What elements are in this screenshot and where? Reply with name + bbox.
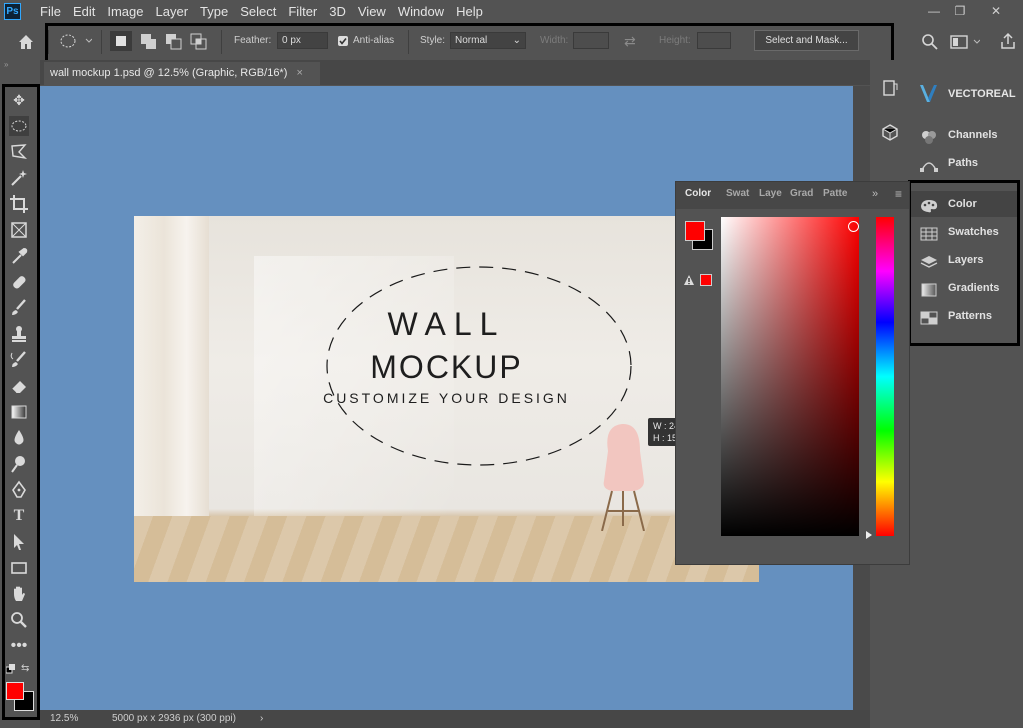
workspace-icon[interactable] [950, 34, 981, 50]
clone-stamp-tool-icon[interactable] [9, 324, 29, 344]
tab-color[interactable]: Color [685, 188, 711, 199]
panel-item-paths[interactable]: Paths [910, 150, 1018, 176]
collapse-toolbar-icon[interactable]: » [4, 60, 34, 70]
tab-swatches[interactable]: Swat [726, 188, 749, 199]
eraser-tool-icon[interactable] [9, 376, 29, 396]
close-window-button[interactable]: ✕ [984, 2, 1008, 20]
menu-edit[interactable]: Edit [67, 0, 101, 24]
menu-filter[interactable]: Filter [282, 0, 323, 24]
panel-item-channels[interactable]: Channels [910, 122, 1018, 148]
color-panel-tabs: Color Swat Laye Grad Patte » ≡ [676, 182, 909, 209]
expand-tabs-icon[interactable]: » [872, 188, 878, 200]
menu-file[interactable]: File [34, 0, 67, 24]
history-brush-tool-icon[interactable] [9, 350, 29, 370]
elliptical-marquee-tool-icon[interactable] [9, 116, 29, 136]
gradient-tool-icon[interactable] [9, 402, 29, 422]
menu-type[interactable]: Type [194, 0, 234, 24]
tab-patterns[interactable]: Patte [823, 188, 847, 199]
zoom-level[interactable]: 12.5% [50, 710, 78, 728]
width-readout-label: W : [653, 421, 667, 431]
zoom-tool-icon[interactable] [9, 610, 29, 630]
menu-image[interactable]: Image [101, 0, 149, 24]
more-tools-icon[interactable]: ••• [9, 636, 29, 656]
vectoreal-logo-icon [918, 82, 940, 104]
default-colors-icon[interactable] [5, 664, 16, 674]
minimize-button[interactable]: — [922, 2, 946, 20]
menu-layer[interactable]: Layer [150, 0, 195, 24]
swap-colors-icon[interactable]: ⇆ [21, 663, 33, 675]
hue-slider-handle[interactable] [866, 531, 872, 539]
channels-icon [920, 128, 938, 145]
menu-view[interactable]: View [352, 0, 392, 24]
menu-items: File Edit Image Layer Type Select Filter… [34, 0, 489, 24]
artwork-subtitle: CUSTOMIZE YOUR DESIGN [323, 390, 570, 406]
menu-help[interactable]: Help [450, 0, 489, 24]
panel-menu-icon[interactable]: ≡ [895, 187, 902, 201]
tab-gradients[interactable]: Grad [790, 188, 813, 199]
blur-tool-icon[interactable] [9, 428, 29, 448]
close-tab-icon[interactable]: × [296, 67, 302, 79]
status-bar: 12.5% 5000 px x 2936 px (300 ppi) › [40, 710, 870, 728]
3d-panel-icon[interactable] [880, 122, 900, 142]
panel-item-label: Channels [948, 129, 998, 141]
restore-button[interactable]: ❐ [948, 2, 972, 20]
healing-brush-tool-icon[interactable] [9, 272, 29, 292]
hue-slider[interactable] [876, 217, 894, 536]
floor-image [134, 516, 759, 582]
vectoreal-brand: VECTOREAL [948, 88, 1016, 100]
rectangle-tool-icon[interactable] [9, 558, 29, 578]
menu-select[interactable]: Select [234, 0, 282, 24]
move-tool-icon[interactable]: ✥ [9, 90, 29, 110]
foreground-color-swatch[interactable] [6, 682, 24, 700]
menu-bar: Ps File Edit Image Layer Type Select Fil… [0, 0, 1023, 24]
brush-tool-icon[interactable] [9, 298, 29, 318]
artwork-title-mockup: MOCKUP [370, 349, 523, 385]
artwork-title-wall: WALL [387, 306, 506, 342]
pen-tool-icon[interactable] [9, 480, 29, 500]
type-tool-icon[interactable]: T [9, 506, 29, 526]
history-panel-icon[interactable] [880, 78, 900, 98]
frame-tool-icon[interactable] [9, 220, 29, 240]
gamut-color-chip[interactable] [700, 274, 712, 286]
eyedropper-tool-icon[interactable] [9, 246, 29, 266]
document-canvas[interactable]: WALL MOCKUP CUSTOMIZE YOUR DESIGN [134, 216, 759, 582]
foreground-color-chip[interactable] [685, 221, 705, 241]
menu-3d[interactable]: 3D [323, 0, 352, 24]
color-field[interactable] [721, 217, 859, 536]
share-icon[interactable] [1000, 32, 1016, 50]
color-picker-cursor[interactable] [848, 221, 859, 232]
color-panel[interactable]: Color Swat Laye Grad Patte » ≡ [675, 181, 910, 565]
document-info: 5000 px x 2936 px (300 ppi) [112, 713, 236, 724]
polygonal-lasso-tool-icon[interactable] [9, 142, 29, 162]
photoshop-logo[interactable]: Ps [4, 3, 21, 20]
status-menu-arrow[interactable]: › [260, 710, 263, 728]
height-readout-label: H : [653, 433, 665, 443]
crop-tool-icon[interactable] [9, 194, 29, 214]
path-selection-tool-icon[interactable] [9, 532, 29, 552]
out-of-gamut-warning-icon[interactable] [683, 274, 695, 286]
dodge-tool-icon[interactable] [9, 454, 29, 474]
panels-highlight-box [908, 180, 1020, 346]
home-icon[interactable] [16, 32, 36, 52]
document-tab-title: wall mockup 1.psd @ 12.5% (Graphic, RGB/… [50, 67, 288, 79]
search-icon[interactable] [921, 33, 939, 51]
tab-layers[interactable]: Laye [759, 188, 782, 199]
panel-item-label: Paths [948, 157, 978, 169]
paths-icon [920, 156, 938, 173]
document-tab[interactable]: wall mockup 1.psd @ 12.5% (Graphic, RGB/… [44, 62, 320, 85]
magic-wand-tool-icon[interactable] [9, 168, 29, 188]
hand-tool-icon[interactable] [9, 584, 29, 604]
menu-window[interactable]: Window [392, 0, 450, 24]
